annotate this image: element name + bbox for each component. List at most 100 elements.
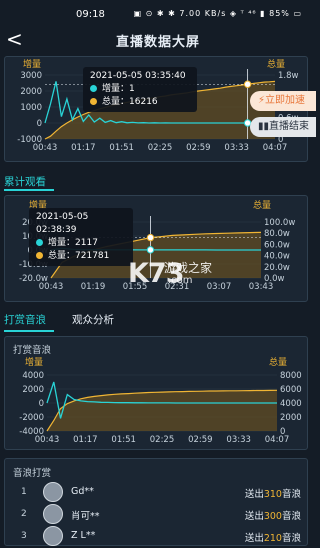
gift-list-row[interactable]: 1 Gd** 送出310音浪 [5, 481, 309, 503]
x-tick: 02:59 [188, 435, 213, 445]
increment-dot-icon [36, 239, 43, 246]
chart2-tooltip-time: 2021-05-05 02:38:39 [36, 212, 89, 235]
gift-rank: 3 [21, 531, 27, 541]
left-axis-title: 增量 [25, 356, 43, 368]
x-tick: 03:07 [207, 282, 232, 292]
x-tick: 02:25 [150, 435, 175, 445]
gift-rank: 2 [21, 509, 27, 519]
y-right-tick: 80.0w [264, 229, 290, 239]
y-right-tick: 40.0w [264, 252, 290, 262]
increment-dot-icon [90, 85, 97, 92]
y-left-tick: -2000 [19, 413, 44, 423]
chart1-tooltip-time: 2021-05-05 03:35:40 [90, 71, 186, 81]
gift-list-row[interactable]: 2 肖可** 送出300音浪 [5, 503, 309, 525]
gift-list-title: 音浪打赏 [13, 468, 52, 479]
status-time: 09:18 [76, 9, 105, 20]
gift-username: Gd** [71, 486, 94, 497]
top-bar: < 直播数据大屏 [0, 26, 316, 56]
y-left-tick: 3000 [20, 71, 42, 81]
total-dot-icon [36, 252, 43, 259]
chart2-tooltip-total-value: 721781 [75, 251, 110, 261]
x-tick: 01:19 [81, 282, 106, 292]
status-icons: ▣ ⊙ ✱ ✱ 7.00 KB/s ◈ ᵀ ⁴⁶ ▮ 85% ▭ [133, 9, 302, 18]
y-left-tick: 2000 [22, 385, 44, 395]
y-right-tick: 60.0w [264, 240, 290, 250]
total-point [146, 233, 155, 242]
avatar [43, 482, 63, 502]
y-right-tick: 100.0w [264, 218, 295, 228]
tab-underline [4, 330, 54, 332]
x-tick: 04:07 [265, 435, 290, 445]
chart1-tooltip-inc-value: 1 [129, 84, 135, 94]
left-axis-title: 增量 [23, 58, 41, 70]
x-tick: 01:51 [111, 435, 136, 445]
x-tick: 01:17 [73, 435, 98, 445]
end-live-label: 直播结束 [269, 121, 310, 132]
gift-list-row[interactable]: 3 Z L** 送出210音浪 [5, 525, 309, 547]
x-tick: 02:31 [165, 282, 190, 292]
chart-card-gift-wave: 打赏音浪 增量 总量 4000 2000 0 -2000 -4000 8000 6000 4000… [4, 336, 308, 450]
x-tick: 02:59 [186, 143, 211, 153]
chart1-tooltip-total-value: 16216 [129, 97, 158, 107]
end-live-button[interactable]: ▮▮直播结束 [250, 117, 316, 137]
lightning-icon: ⚡ [258, 95, 266, 106]
boost-label: 立即加速 [265, 95, 306, 106]
avatar [43, 504, 63, 524]
x-tick: 00:43 [33, 143, 58, 153]
chart1-tooltip-inc-label: 增量： [102, 84, 130, 94]
y-left-tick: 1000 [20, 103, 42, 113]
chart1-tooltip-total-label: 总量： [102, 97, 130, 107]
gift-amount: 送出210音浪 [244, 533, 301, 544]
tab-bar: 打赏音浪 观众分析 [4, 312, 308, 334]
chart-bars-icon: ▮▮ [258, 121, 270, 132]
x-tick: 03:33 [226, 435, 251, 445]
y-right-tick: 1.8w [278, 71, 299, 81]
chart1-tooltip: 2021-05-05 03:35:40 增量：1 总量：16216 [83, 67, 197, 112]
x-tick: 02:25 [148, 143, 173, 153]
section-underline [4, 189, 54, 191]
gift-wave-title: 打赏音浪 [13, 345, 52, 356]
x-tick: 01:17 [71, 143, 96, 153]
x-tick: 01:51 [109, 143, 134, 153]
page-title: 直播数据大屏 [115, 35, 200, 50]
x-tick: 01:55 [123, 282, 148, 292]
y-left-tick: 2000 [20, 87, 42, 97]
tab-audience-analysis[interactable]: 观众分析 [72, 312, 114, 327]
chart2-tooltip-inc-label: 增量： [48, 238, 76, 248]
chart2-tooltip-inc-value: 2117 [75, 238, 98, 248]
right-axis-title: 总量 [253, 199, 271, 211]
right-axis-title: 总量 [269, 356, 287, 368]
x-tick: 00:43 [39, 282, 64, 292]
total-dot-icon [90, 98, 97, 105]
y-right-tick: 4000 [280, 399, 302, 409]
y-right-tick: 20.0w [264, 263, 290, 273]
gift-list-card: 音浪打赏 1 Gd** 送出310音浪 2 肖可** 送出300音浪 3 Z L** 送出210… [4, 458, 308, 546]
gift-username: Z L** [71, 530, 96, 541]
section-cumulative-views: 累计观看 [4, 176, 46, 188]
y-left-tick: 0 [37, 119, 42, 129]
y-right-tick: 2000 [280, 413, 302, 423]
chart-card-cumulative: 增量总量20.0w10.0w0.0w-10.0w-20.0w100.0w80.0… [4, 195, 308, 302]
y-right-tick: 6000 [280, 385, 302, 395]
chart2-tooltip-total-label: 总量： [48, 251, 76, 261]
x-tick: 03:43 [249, 282, 274, 292]
y-right-tick: 8000 [280, 371, 302, 381]
x-tick: 00:43 [35, 435, 60, 445]
total-point [243, 80, 252, 88]
y-left-tick: 4000 [22, 371, 44, 381]
x-tick: 03:33 [224, 143, 249, 153]
tab-gift-wave[interactable]: 打赏音浪 [4, 312, 46, 327]
gift-rank: 1 [21, 487, 27, 497]
status-bar: 09:18 ▣ ⊙ ✱ ✱ 7.00 KB/s ◈ ᵀ ⁴⁶ ▮ 85% ▭ [0, 0, 316, 26]
gift-amount: 送出300音浪 [244, 511, 301, 522]
y-left-tick: 0 [39, 399, 44, 409]
gift-amount: 送出310音浪 [244, 489, 301, 500]
right-axis-title: 总量 [267, 58, 285, 70]
chart2-tooltip: 2021-05-05 02:38:39 增量：2117 总量：721781 [29, 208, 133, 266]
total-area [47, 390, 277, 431]
gift-username: 肖可** [71, 511, 100, 522]
boost-button[interactable]: ⚡立即加速 [250, 91, 316, 111]
increment-point [146, 246, 155, 254]
avatar [43, 526, 63, 546]
x-tick: 04:07 [263, 143, 288, 153]
